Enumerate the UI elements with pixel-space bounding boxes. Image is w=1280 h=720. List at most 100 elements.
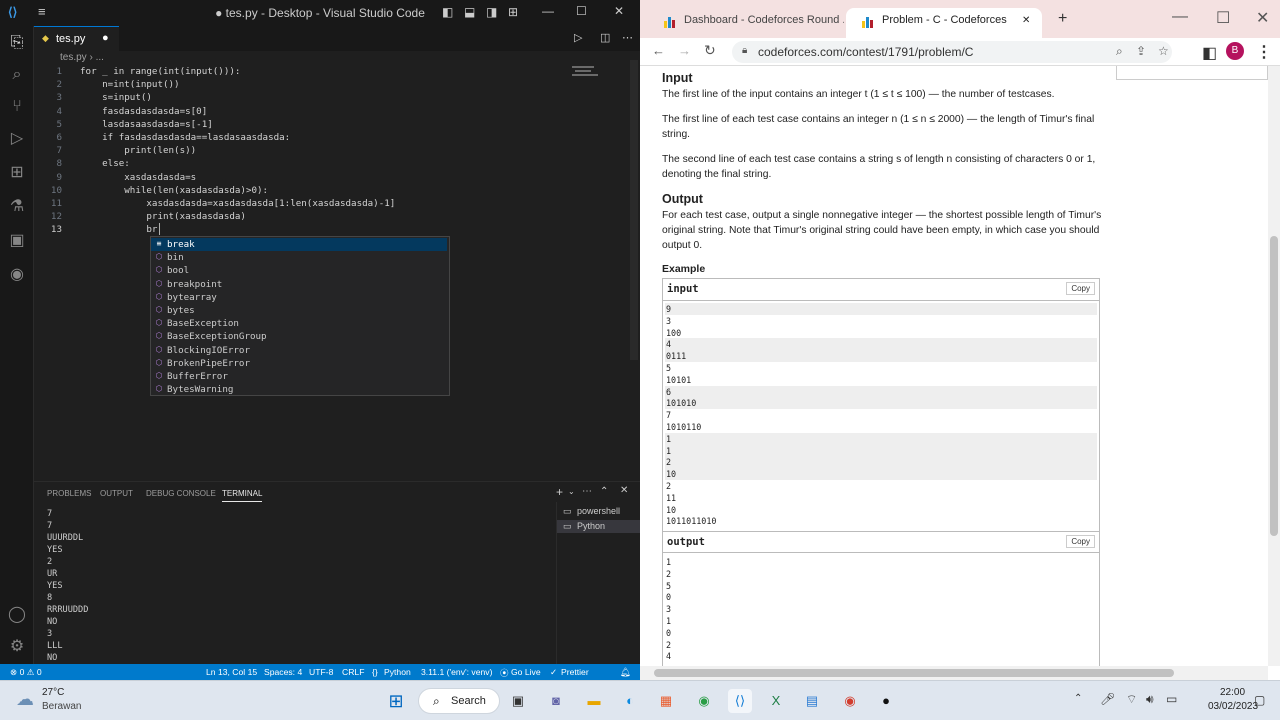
edge-icon[interactable]: ◐ xyxy=(618,689,642,713)
code-line[interactable]: xasdasdasda=s xyxy=(80,171,196,184)
volume-icon[interactable]: 🔊︎ xyxy=(1146,692,1154,707)
tab-terminal[interactable]: TERMINAL xyxy=(222,489,263,502)
chrome-app-icon[interactable]: ◉ xyxy=(692,689,716,713)
remote-explorer-icon[interactable]: ▣ xyxy=(0,226,34,256)
customize-layout-icon[interactable]: ⊞ xyxy=(508,5,518,19)
status-indentation[interactable]: Spaces: 4 xyxy=(264,667,302,677)
status-go-live[interactable]: Go Live xyxy=(511,667,541,677)
vscode-app-icon[interactable]: ⟨⟩ xyxy=(728,689,752,713)
code-line[interactable]: lasdasaasdasda=s[-1] xyxy=(80,118,213,131)
tray-chevron-icon[interactable]: ⌃ xyxy=(1074,693,1082,704)
status-eol[interactable]: CRLF xyxy=(342,667,364,677)
chevron-down-icon[interactable]: ⌄ xyxy=(568,487,575,496)
minimize-icon[interactable]: — xyxy=(1172,8,1188,26)
code-line[interactable]: n=int(input()) xyxy=(80,78,179,91)
extensions-icon[interactable]: ⊞ xyxy=(0,158,34,188)
store-icon[interactable]: ▦ xyxy=(654,689,678,713)
editor-scrollbar[interactable] xyxy=(630,60,638,360)
weather-temp[interactable]: 27°C xyxy=(42,687,64,698)
code-line[interactable]: else: xyxy=(80,157,130,170)
profile-avatar[interactable]: B xyxy=(1226,42,1244,60)
status-language[interactable]: Python xyxy=(384,667,411,677)
suggestion-item[interactable]: ⬡ BaseExceptionGroup xyxy=(151,330,447,343)
new-terminal-icon[interactable]: + xyxy=(556,485,563,499)
bookmark-star-icon[interactable]: ☆ xyxy=(1158,44,1169,58)
code-line[interactable]: fasdasdasdasda=s[0] xyxy=(80,105,207,118)
search-icon[interactable]: ⌕ xyxy=(0,60,34,90)
copy-output-button[interactable]: Copy xyxy=(1066,535,1095,548)
terminal-item-python[interactable]: ▭ Python xyxy=(557,520,640,533)
browser-tab-problem[interactable]: Problem - C - Codeforces ✕ xyxy=(846,8,1042,38)
notifications-bell-icon[interactable]: 🔔︎ xyxy=(620,667,631,678)
start-windows-icon[interactable]: ⊞ xyxy=(384,689,408,713)
notepad-icon[interactable]: ▤ xyxy=(800,689,824,713)
close-icon[interactable]: ✕ xyxy=(1256,8,1269,28)
teams-chat-icon[interactable]: ◙ xyxy=(544,689,568,713)
code-line[interactable]: print(len(s)) xyxy=(80,144,196,157)
terminal-item-powershell[interactable]: ▭ powershell xyxy=(557,505,640,518)
scrollbar-thumb[interactable] xyxy=(1270,236,1278,536)
minimap[interactable] xyxy=(572,66,602,78)
maximize-panel-icon[interactable]: ⌃ xyxy=(600,486,608,497)
status-problems[interactable]: ⊗ 0 ⚠ 0 xyxy=(10,667,42,678)
status-cursor-position[interactable]: Ln 13, Col 15 xyxy=(206,667,257,677)
back-icon[interactable]: ← xyxy=(652,43,665,58)
clock-time[interactable]: 22:00 xyxy=(1220,687,1245,698)
chrome-menu-icon[interactable]: ⋮ xyxy=(1256,42,1272,62)
suggestion-item[interactable]: ⬡ BlockingIOError xyxy=(151,344,447,357)
page-horizontal-scrollbar[interactable] xyxy=(640,666,1268,680)
code-line[interactable]: s=input() xyxy=(80,91,152,104)
status-prettier[interactable]: Prettier xyxy=(561,667,589,677)
run-debug-icon[interactable]: ▷ xyxy=(0,124,34,154)
close-panel-icon[interactable]: ✕ xyxy=(620,485,628,496)
clock-date[interactable]: 03/02/2023 xyxy=(1208,701,1258,712)
url-input[interactable]: 🔒︎ codeforces.com/contest/1791/problem/C… xyxy=(732,41,1172,63)
side-panel-icon[interactable]: ◧ xyxy=(1202,43,1217,63)
suggestion-item[interactable]: ≡ break xyxy=(151,238,447,251)
code-line[interactable]: for _ in range(int(input())): xyxy=(80,65,240,78)
code-line[interactable]: br xyxy=(80,223,157,236)
suggestion-item[interactable]: ⬡ bool xyxy=(151,264,447,277)
status-encoding[interactable]: UTF-8 xyxy=(309,667,333,677)
suggestion-item[interactable]: ⬡ bytearray xyxy=(151,291,447,304)
zoom-icon[interactable]: ⌕ xyxy=(1116,44,1123,59)
run-file-icon[interactable]: ▷ xyxy=(574,31,582,44)
suggestion-item[interactable]: ⬡ BaseException xyxy=(151,317,447,330)
suggestion-item[interactable]: ⬡ bin xyxy=(151,251,447,264)
tab-close-icon[interactable]: ✕ xyxy=(1022,15,1030,26)
close-icon[interactable]: ✕ xyxy=(614,4,624,18)
suggestion-item[interactable]: ⬡ BytesWarning xyxy=(151,383,447,396)
live-share-icon[interactable]: ◉ xyxy=(0,260,34,290)
forward-icon[interactable]: → xyxy=(678,43,691,58)
minimize-icon[interactable]: — xyxy=(542,4,554,18)
lock-icon[interactable]: 🔒︎ xyxy=(742,45,747,56)
code-line[interactable]: if fasdasdasdasda==lasdasaasdasda: xyxy=(80,131,290,144)
settings-gear-icon[interactable]: ⚙ xyxy=(0,632,34,662)
new-tab-icon[interactable]: + xyxy=(1058,10,1067,28)
copy-input-button[interactable]: Copy xyxy=(1066,282,1095,295)
taskbar-search-box[interactable]: ⌕ Search xyxy=(418,688,500,714)
chrome-profile-icon[interactable]: ◉ xyxy=(838,689,862,713)
status-interpreter[interactable]: 3.11.1 ('env': venv) xyxy=(421,667,492,677)
maximize-icon[interactable]: ☐ xyxy=(1216,8,1230,28)
split-editor-icon[interactable]: ◫ xyxy=(600,31,610,44)
battery-icon[interactable]: ▭ xyxy=(1166,692,1177,706)
wifi-icon[interactable]: ⌔ xyxy=(1126,692,1137,707)
tab-problems[interactable]: PROBLEMS xyxy=(47,489,91,498)
code-line[interactable]: print(xasdasdasda) xyxy=(80,210,246,223)
code-line[interactable]: xasdasdasda=xasdasdasda[1:len(xasdasdasd… xyxy=(80,197,395,210)
excel-icon[interactable]: X xyxy=(764,689,788,713)
layout-secondary-icon[interactable]: ◨ xyxy=(486,5,497,19)
suggestion-item[interactable]: ⬡ BufferError xyxy=(151,370,447,383)
testing-icon[interactable]: ⚗ xyxy=(0,192,34,222)
task-view-icon[interactable]: ▣ xyxy=(506,689,530,713)
layout-sidebar-icon[interactable]: ◧ xyxy=(442,5,453,19)
more-actions-icon[interactable]: ⋯ xyxy=(622,31,633,44)
github-icon[interactable]: ● xyxy=(874,689,898,713)
account-icon[interactable]: ◯ xyxy=(0,600,34,630)
source-control-icon[interactable]: ⑂ xyxy=(0,92,34,122)
file-explorer-icon[interactable]: ▬ xyxy=(582,689,606,713)
page-scrollbar[interactable] xyxy=(1268,66,1280,666)
suggestion-item[interactable]: ⬡ bytes xyxy=(151,304,447,317)
weather-desc[interactable]: Berawan xyxy=(42,701,81,712)
